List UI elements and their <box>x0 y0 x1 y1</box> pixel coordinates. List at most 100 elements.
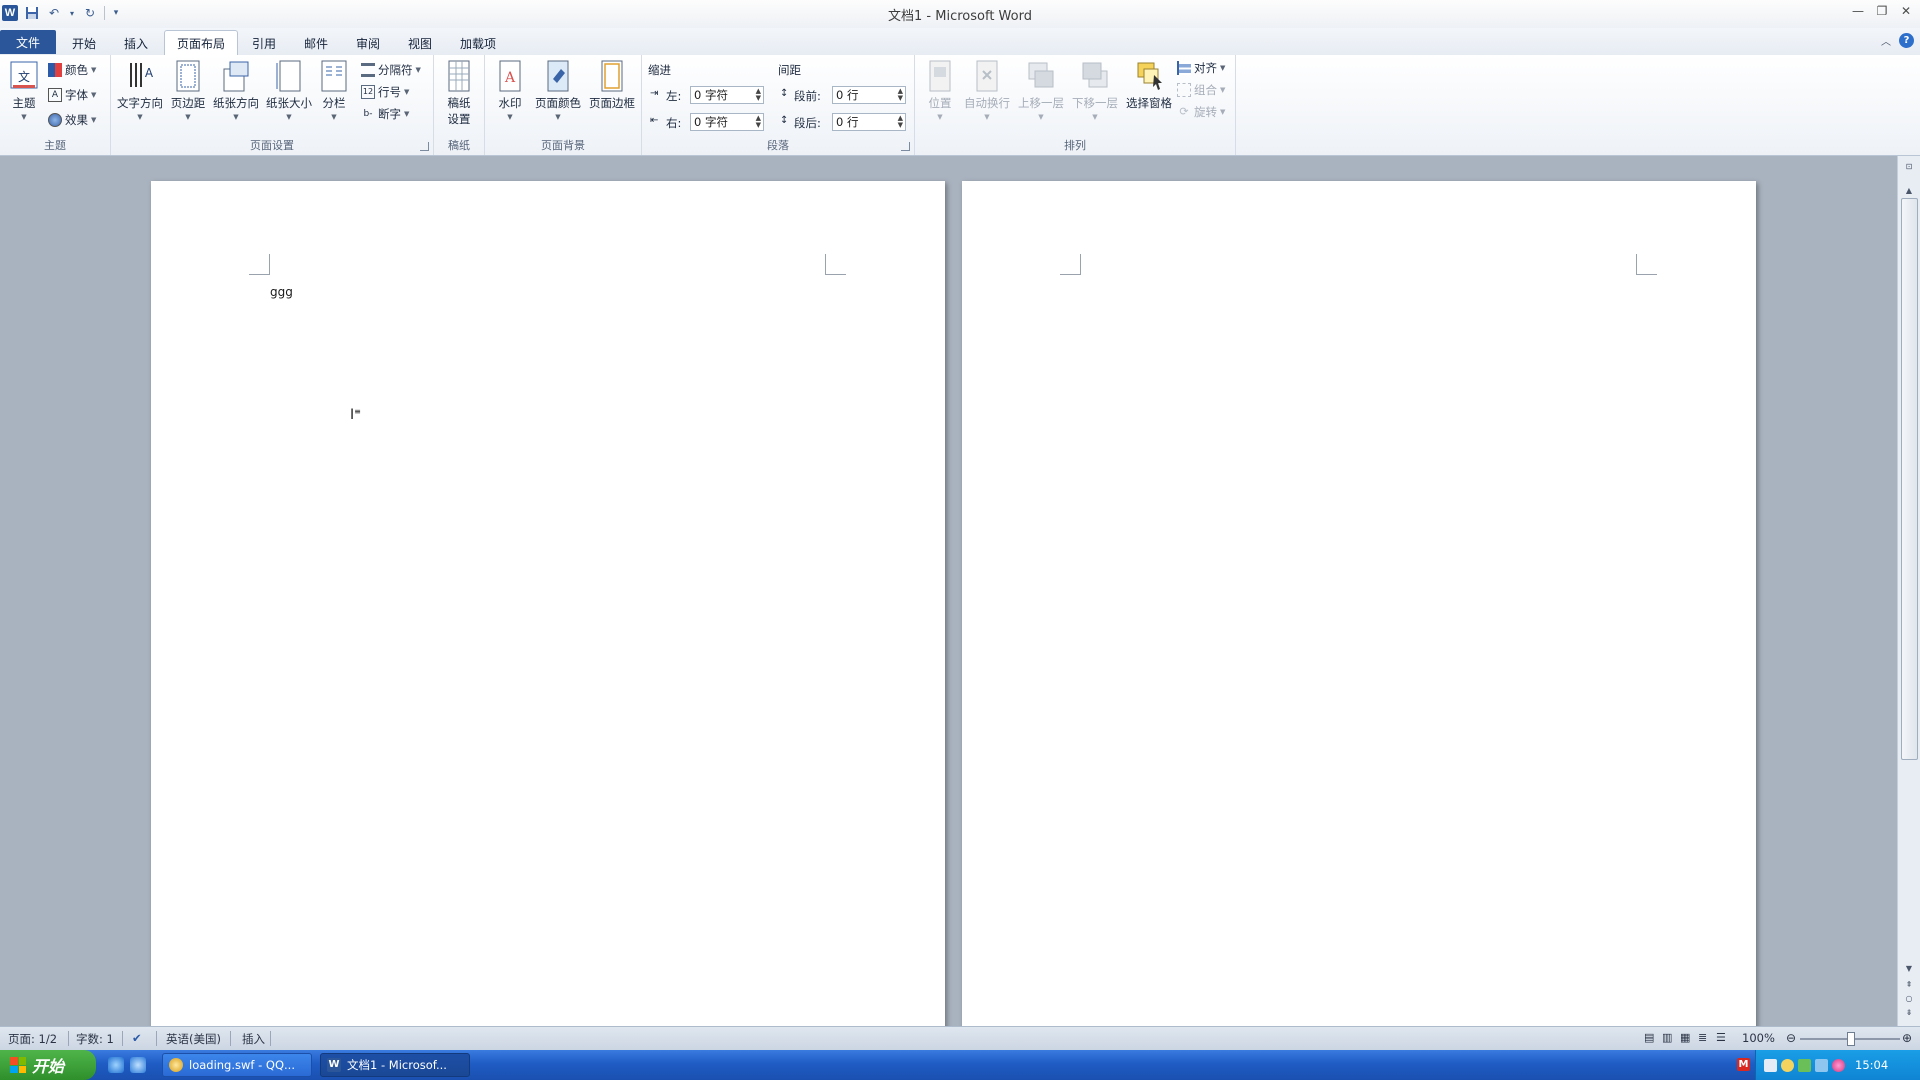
scroll-thumb[interactable] <box>1901 198 1918 760</box>
svg-text:文: 文 <box>18 69 30 84</box>
wrap-text-button[interactable]: 自动换行 ▼ <box>961 59 1013 121</box>
taskbar-item-word-label: 文档1 - Microsof... <box>347 1058 447 1072</box>
hyphenation-button[interactable]: b- 断字 ▼ <box>361 105 410 123</box>
rotate-button[interactable]: ⟳ 旋转 ▼ <box>1177 103 1225 121</box>
page-2[interactable] <box>962 181 1756 1026</box>
indent-left-field[interactable]: 0 字符 ▲ ▼ <box>690 86 764 104</box>
taskbar-item-word[interactable]: W 文档1 - Microsof... <box>320 1053 470 1077</box>
spacing-before-field[interactable]: 0 行 ▲ ▼ <box>832 86 906 104</box>
position-icon <box>929 60 951 92</box>
qq-tray-icon[interactable] <box>1781 1058 1794 1072</box>
tab-mailings[interactable]: 邮件 <box>292 31 340 55</box>
browser-quicklaunch-icon[interactable] <box>130 1057 146 1073</box>
bring-forward-label: 上移一层 <box>1018 96 1064 110</box>
margins-button[interactable]: 页边距 ▼ <box>168 59 208 121</box>
page-1[interactable]: ggg I≡ <box>151 181 945 1026</box>
previous-page-icon[interactable]: ⇞ <box>1902 980 1916 992</box>
page-color-button[interactable]: 页面颜色 ▼ <box>533 59 583 121</box>
theme-effects-label: 效果 <box>65 113 88 127</box>
tab-home[interactable]: 开始 <box>60 31 108 55</box>
breaks-button[interactable]: 分隔符 ▼ <box>361 61 421 79</box>
spin-arrows-icon[interactable]: ▲ ▼ <box>756 115 761 129</box>
themes-button[interactable]: 文 主题 ▼ <box>6 59 42 121</box>
chevron-down-icon: ▼ <box>415 66 421 74</box>
indent-left-value: 0 字符 <box>694 88 728 102</box>
ie-quicklaunch-icon[interactable] <box>108 1057 124 1073</box>
theme-effects-button[interactable]: 效果 ▼ <box>48 111 96 129</box>
indent-right-field[interactable]: 0 字符 ▲ ▼ <box>690 113 764 131</box>
spin-arrows-icon[interactable]: ▲ ▼ <box>898 115 903 129</box>
web-layout-icon[interactable]: ▦ <box>1680 1031 1690 1044</box>
chevron-down-icon: ▼ <box>555 113 561 121</box>
minimize-icon[interactable]: — <box>1848 2 1868 20</box>
page-size-button[interactable]: 纸张大小 ▼ <box>264 59 314 121</box>
bring-forward-button[interactable]: 上移一层 ▼ <box>1015 59 1067 121</box>
ruler-toggle-icon[interactable]: ⊡ <box>1902 162 1916 174</box>
page-borders-button[interactable]: 页面边框 <box>586 59 638 111</box>
word-count[interactable]: 字数: 1 <box>76 1031 114 1047</box>
theme-colors-button[interactable]: 颜色 ▼ <box>48 61 96 79</box>
help-icon[interactable]: ? <box>1899 33 1914 48</box>
selection-pane-button[interactable]: 选择窗格 <box>1123 59 1175 111</box>
volume-icon[interactable] <box>1815 1058 1828 1072</box>
theme-fonts-label: 字体 <box>65 88 88 102</box>
page-count[interactable]: 页面: 1/2 <box>8 1031 57 1047</box>
taskbar-item-qq[interactable]: loading.swf - QQ... <box>162 1053 312 1077</box>
minimize-ribbon-icon[interactable]: ︿ <box>1881 33 1891 48</box>
language-indicator[interactable]: 英语(美国) <box>166 1031 221 1047</box>
keyboard-icon[interactable] <box>1764 1058 1777 1072</box>
watermark-button[interactable]: A 水印 ▼ <box>493 59 527 121</box>
scroll-down-icon[interactable]: ▼ <box>1902 964 1916 976</box>
next-page-icon[interactable]: ⇟ <box>1902 1008 1916 1020</box>
document-text[interactable]: ggg <box>270 285 293 299</box>
browse-object-icon[interactable]: ○ <box>1902 994 1916 1006</box>
restore-icon[interactable]: ❐ <box>1872 2 1892 20</box>
spin-arrows-icon[interactable]: ▲ ▼ <box>756 88 761 102</box>
watermark-icon: A <box>499 60 521 92</box>
spin-arrows-icon[interactable]: ▲ ▼ <box>898 88 903 102</box>
network-icon[interactable] <box>1798 1058 1811 1072</box>
tab-file[interactable]: 文件 <box>0 30 56 54</box>
position-button[interactable]: 位置 ▼ <box>923 59 957 121</box>
zoom-slider-knob[interactable] <box>1847 1032 1855 1046</box>
draft-view-icon[interactable]: ☰ <box>1716 1031 1726 1044</box>
columns-button[interactable]: 分栏 ▼ <box>318 59 350 121</box>
full-screen-reading-icon[interactable]: ▥ <box>1662 1031 1672 1044</box>
send-backward-button[interactable]: 下移一层 ▼ <box>1069 59 1121 121</box>
print-layout-view-icon[interactable]: ▤ <box>1644 1031 1654 1044</box>
tab-view[interactable]: 视图 <box>396 31 444 55</box>
scroll-up-icon[interactable]: ▲ <box>1902 186 1916 198</box>
orientation-button[interactable]: 纸张方向 ▼ <box>211 59 261 121</box>
zoom-level[interactable]: 100% <box>1742 1031 1775 1045</box>
tab-addins[interactable]: 加载项 <box>448 31 508 55</box>
group-objects-button[interactable]: 组合 ▼ <box>1177 81 1225 99</box>
document-area[interactable]: ggg I≡ <box>0 156 1898 1026</box>
taskbar-item-qq-label: loading.swf - QQ... <box>189 1058 295 1072</box>
clock[interactable]: 15:04 <box>1855 1058 1888 1072</box>
align-button[interactable]: 对齐 ▼ <box>1177 59 1225 77</box>
mail-notifier-icon[interactable]: M <box>1737 1058 1750 1071</box>
spacing-after-field[interactable]: 0 行 ▲ ▼ <box>832 113 906 131</box>
page-setup-dialog-launcher[interactable] <box>420 142 429 151</box>
insert-mode-indicator[interactable]: 插入 <box>242 1031 265 1047</box>
theme-fonts-button[interactable]: A 字体 ▼ <box>48 86 96 104</box>
line-numbers-button[interactable]: 12 行号 ▼ <box>361 83 409 101</box>
start-button[interactable]: 开始 <box>0 1050 96 1080</box>
tab-insert[interactable]: 插入 <box>112 31 160 55</box>
spacing-after-value: 0 行 <box>836 115 859 129</box>
close-icon[interactable]: ✕ <box>1896 2 1916 20</box>
text-direction-button[interactable]: A 文字方向 ▼ <box>116 59 164 121</box>
group-themes: 文 主题 ▼ 颜色 ▼ A 字体 ▼ 效果 ▼ 主题 <box>0 55 111 155</box>
paragraph-dialog-launcher[interactable] <box>901 142 910 151</box>
zoom-out-icon[interactable]: ⊖ <box>1786 1031 1796 1045</box>
security-icon[interactable] <box>1832 1058 1845 1072</box>
manuscript-settings-button[interactable]: 稿纸 设置 <box>440 59 478 127</box>
vertical-scrollbar[interactable]: ⊡ ▲ ▼ ⇞ ○ ⇟ <box>1897 156 1920 1026</box>
outline-view-icon[interactable]: ≣ <box>1698 1031 1707 1044</box>
line-numbers-label: 行号 <box>378 85 401 99</box>
tab-review[interactable]: 审阅 <box>344 31 392 55</box>
tab-page-layout[interactable]: 页面布局 <box>164 30 238 56</box>
proofing-icon[interactable]: ✔ <box>132 1031 142 1045</box>
zoom-in-icon[interactable]: ⊕ <box>1902 1031 1912 1045</box>
tab-references[interactable]: 引用 <box>240 31 288 55</box>
